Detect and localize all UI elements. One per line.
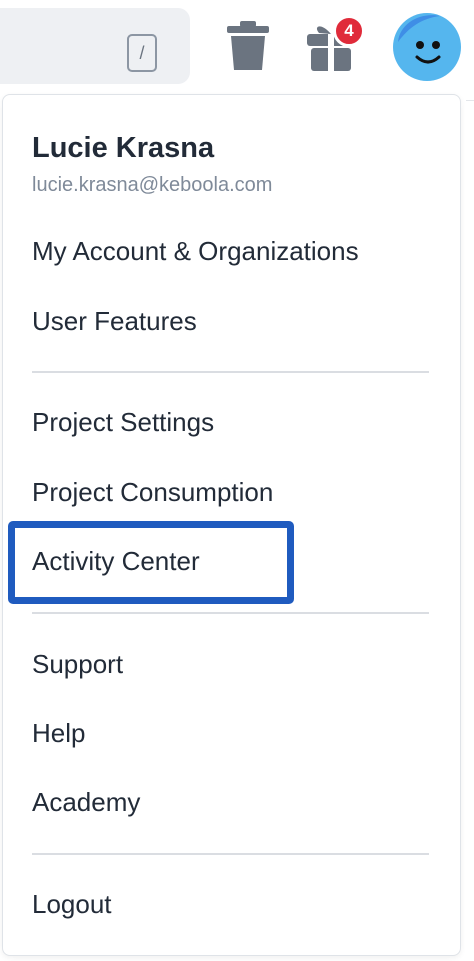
menu-divider bbox=[32, 853, 429, 855]
menu-item-user-features[interactable]: User Features bbox=[32, 306, 197, 337]
menu-item-academy[interactable]: Academy bbox=[32, 787, 140, 818]
avatar[interactable] bbox=[392, 12, 462, 82]
notification-badge: 4 bbox=[333, 15, 365, 47]
menu-divider bbox=[32, 371, 429, 373]
menu-divider bbox=[32, 612, 429, 614]
user-name: Lucie Krasna bbox=[32, 132, 215, 164]
user-email: lucie.krasna@keboola.com bbox=[32, 174, 273, 196]
menu-item-my-account[interactable]: My Account & Organizations bbox=[32, 236, 359, 267]
search-box[interactable]: / bbox=[0, 8, 190, 84]
search-shortcut-key: / bbox=[127, 34, 157, 72]
background-panel-edge bbox=[466, 100, 474, 241]
menu-item-project-consumption[interactable]: Project Consumption bbox=[32, 477, 273, 508]
menu-item-logout[interactable]: Logout bbox=[32, 889, 112, 920]
menu-item-help[interactable]: Help bbox=[32, 718, 85, 749]
trash-icon[interactable] bbox=[224, 20, 272, 72]
activity-center-highlight bbox=[8, 521, 294, 604]
menu-item-support[interactable]: Support bbox=[32, 649, 123, 680]
menu-item-project-settings[interactable]: Project Settings bbox=[32, 407, 214, 438]
